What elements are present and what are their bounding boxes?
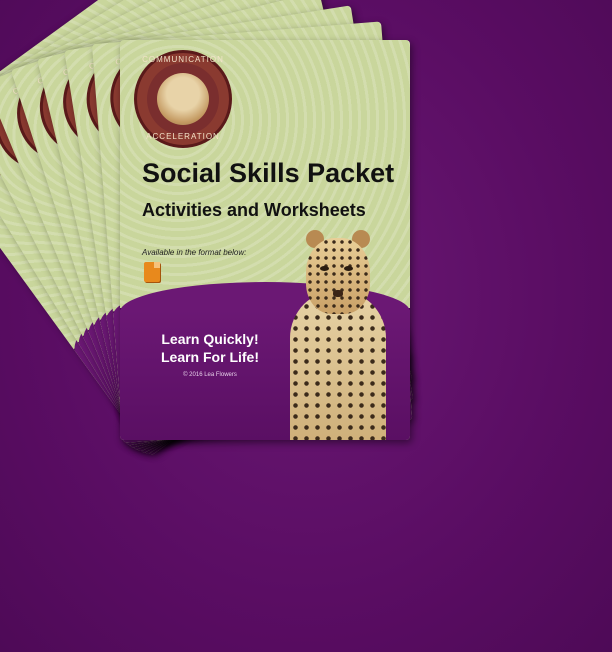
seal-cheetah-face <box>157 73 209 125</box>
booklet-subtitle: Activities and Worksheets <box>142 200 366 220</box>
seal-top-text: COMMUNICATION <box>142 55 224 64</box>
product-scene: COMMUNICATION ACCELERATIONCOMMUNICATION AC… <box>0 0 612 652</box>
copyright-text: © 2016 Lea Flowers <box>183 372 237 378</box>
cheetah-eye-left <box>320 266 329 271</box>
slogan-line-1: Learn Quickly! <box>161 331 259 347</box>
cheetah-eye-right <box>344 266 353 271</box>
booklet-title: Social Skills Packet <box>142 158 395 188</box>
slogan: Learn Quickly! Learn For Life! <box>150 330 270 366</box>
file-format-icon <box>144 262 160 282</box>
cheetah-illustration <box>284 220 392 440</box>
cheetah-seal-icon: COMMUNICATION ACCELERATION <box>134 50 232 148</box>
cheetah-nose <box>333 290 343 297</box>
slogan-line-2: Learn For Life! <box>160 349 259 365</box>
cheetah-head <box>306 238 370 314</box>
booklet-front-cover: COMMUNICATION ACCELERATION Social Skills P… <box>120 40 410 440</box>
seal-bottom-text: ACCELERATION <box>146 132 220 141</box>
availability-note: Available in the format below: <box>142 248 247 257</box>
